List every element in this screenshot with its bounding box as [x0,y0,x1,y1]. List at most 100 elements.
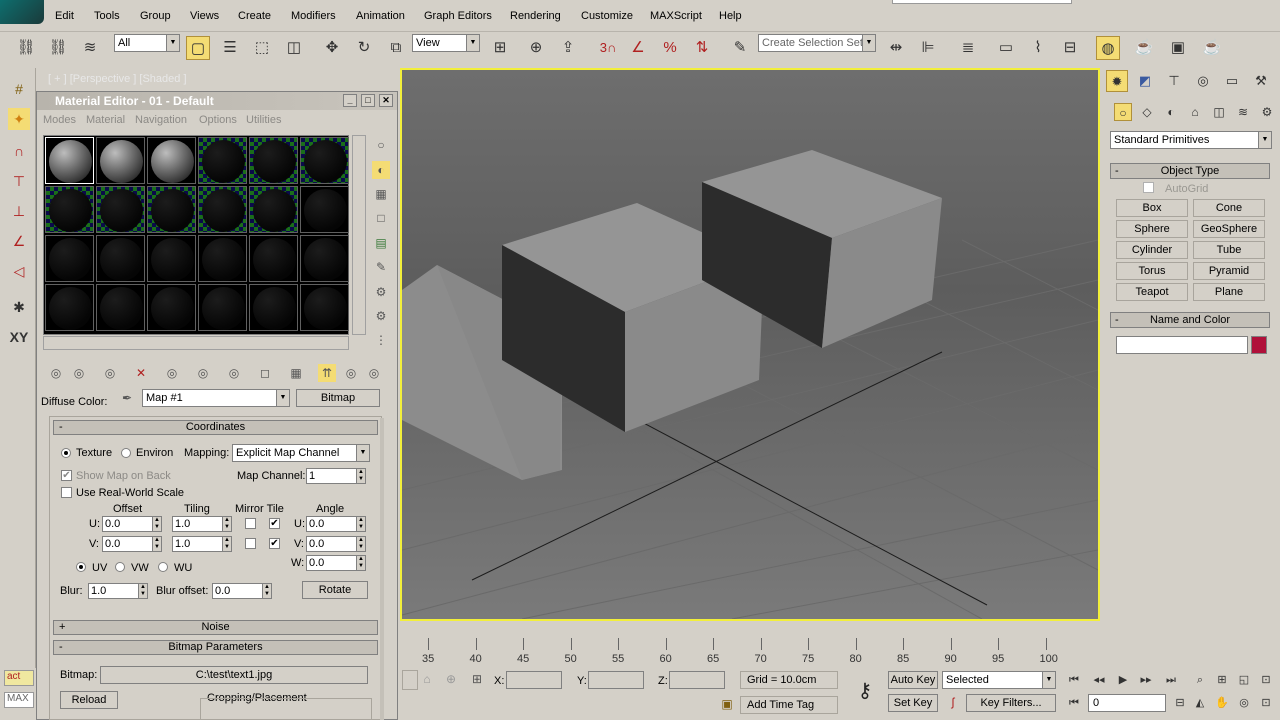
sample-slot[interactable] [45,137,94,184]
mapping-dropdown[interactable]: Explicit Map Channel ▼ [232,444,370,462]
sample-slot[interactable] [198,137,247,184]
tiling-u-spinner[interactable]: 1.0 ▲ ▼ [172,516,232,532]
maximize-viewport-icon[interactable]: ⊡ [1256,694,1276,712]
minimize-icon[interactable]: _ [343,94,357,107]
move-icon[interactable]: ✥ [320,36,344,60]
viewport-label[interactable]: [ + ] [Perspective ] [Shaded ] [48,73,187,85]
lights-icon[interactable]: ◐ [1162,103,1180,121]
panel-scrollbar[interactable] [380,418,384,720]
sample-slot[interactable] [96,284,145,331]
angle-v-spinner[interactable]: 0.0 ▲ ▼ [306,536,366,552]
show-map-in-viewport-icon[interactable]: ▦ [287,364,305,382]
zoom-extents-icon[interactable]: ◱ [1234,671,1254,689]
search-box[interactable] [892,0,1072,4]
reset-map-icon[interactable]: ✕ [132,364,150,382]
unlink-icon[interactable]: ⛓ [46,36,70,60]
eyedropper-icon[interactable]: ✒ [118,391,136,407]
rectangular-region-icon[interactable]: ⬚ [250,36,274,60]
next-frame-icon[interactable]: ▸▸ [1136,671,1156,689]
vw-radio[interactable] [115,562,125,572]
key-mode-toggle-icon[interactable]: ⏮ [1064,694,1084,712]
cone-button[interactable]: Cone [1193,199,1265,217]
zoom-all-icon[interactable]: ⊞ [1212,671,1232,689]
window-crossing-icon[interactable]: ◫ [282,36,306,60]
snaps-toggle-icon[interactable]: 3∩ [594,36,622,60]
material-map-navigator-icon[interactable]: ⋮ [372,331,390,349]
sample-slot[interactable] [300,284,349,331]
selection-filter-dropdown[interactable]: All ▼ [114,34,180,52]
render-setup-icon[interactable]: ☕ [1132,36,1156,60]
background-icon[interactable]: ▦ [372,185,390,203]
time-tag-icon[interactable]: ▣ [718,697,736,715]
zoom-extents-all-icon[interactable]: ⊡ [1256,671,1276,689]
sample-slot[interactable] [198,284,247,331]
sample-slot[interactable] [147,235,196,282]
menu-rendering[interactable]: Rendering [510,10,561,22]
bitmap-path-button[interactable]: C:\test\text1.jpg [100,666,368,684]
play-icon[interactable]: ▶ [1113,671,1133,689]
sample-type-icon[interactable]: ○ [372,136,390,154]
assign-to-selection-icon[interactable]: ◎ [101,364,119,382]
map-name-dropdown[interactable]: Map #1 ▼ [142,389,290,407]
blur-spinner[interactable]: 1.0 ▲ ▼ [88,583,148,599]
make-copy-icon[interactable]: ◎ [163,364,181,382]
teapot-button[interactable]: Teapot [1116,283,1188,301]
video-color-check-icon[interactable]: ▤ [372,234,390,252]
go-forward-sibling-icon[interactable]: ◎ [365,364,383,382]
ref-coord-dropdown[interactable]: View ▼ [412,34,480,52]
shapes-icon[interactable]: ◇ [1138,103,1156,121]
real-world-scale-checkbox[interactable] [61,487,72,498]
motion-tab-icon[interactable]: ◎ [1192,70,1214,92]
key-icon[interactable]: ⚷ [848,678,882,704]
magnet-icon[interactable]: ∩ [8,140,30,162]
go-to-parent-icon[interactable]: ◎ [342,364,360,382]
scale-icon[interactable]: ⧉ [384,36,408,60]
object-color-swatch[interactable] [1251,336,1267,354]
bitmap-parameters-rollout[interactable]: - Bitmap Parameters [53,640,378,655]
hierarchy-tab-icon[interactable]: ⊤ [1163,70,1185,92]
menu-modes[interactable]: Modes [43,114,76,126]
autogrid-checkbox[interactable] [1143,182,1154,193]
close-icon[interactable]: ✕ [379,94,393,107]
sample-slot[interactable] [198,186,247,233]
select-object-icon[interactable]: ▢ [186,36,210,60]
utilities-tab-icon[interactable]: ⚒ [1250,70,1272,92]
menu-material[interactable]: Material [86,114,125,126]
perspective-viewport[interactable] [400,68,1100,621]
sample-slot[interactable] [249,284,298,331]
put-to-scene-icon[interactable]: ◎ [70,364,88,382]
pan-view-icon[interactable]: ✋ [1212,694,1232,712]
pivot-center-icon[interactable]: ⊞ [488,36,512,60]
show-end-result-icon[interactable]: ⇈ [318,364,336,382]
sample-slot[interactable] [45,284,94,331]
auto-key-button[interactable]: Auto Key [888,671,938,689]
modify-tab-icon[interactable]: ◩ [1134,70,1156,92]
sample-slot[interactable] [300,137,349,184]
noise-rollout[interactable]: + Noise [53,620,378,635]
angle-u-spinner[interactable]: 0.0 ▲ ▼ [306,516,366,532]
sample-slot[interactable] [300,235,349,282]
bind-space-warp-icon[interactable]: ≋ [78,36,102,60]
go-to-start-icon[interactable]: ⏮ [1064,671,1084,689]
z-coord-field[interactable] [669,671,725,689]
menu-animation[interactable]: Animation [356,10,405,22]
select-manipulate-icon[interactable]: ⊕ [524,36,548,60]
get-material-icon[interactable]: ◎ [47,364,65,382]
texture-radio[interactable] [61,448,71,458]
sample-slot[interactable] [96,235,145,282]
snap-star-icon[interactable]: ✦ [8,108,30,130]
render-production-icon[interactable]: ☕ [1200,36,1224,60]
tile-u-checkbox[interactable]: ✔ [269,518,280,529]
map-channel-spinner[interactable]: 1 ▲ ▼ [306,468,366,484]
tile-v-checkbox[interactable]: ✔ [269,538,280,549]
wu-radio[interactable] [158,562,168,572]
coordinates-rollout[interactable]: - Coordinates [53,420,378,435]
material-editor-titlebar[interactable]: Material Editor - 01 - Default _ □ ✕ [37,92,397,110]
selection-lock-icon[interactable]: ⊕ [442,672,460,688]
offset-v-spinner[interactable]: 0.0 ▲ ▼ [102,536,162,552]
y-coord-field[interactable] [588,671,644,689]
sample-slot[interactable] [300,186,349,233]
percent-snap-icon[interactable]: % [658,36,682,60]
offset-u-spinner[interactable]: 0.0 ▲ ▼ [102,516,162,532]
mirror-v-checkbox[interactable] [245,538,256,549]
